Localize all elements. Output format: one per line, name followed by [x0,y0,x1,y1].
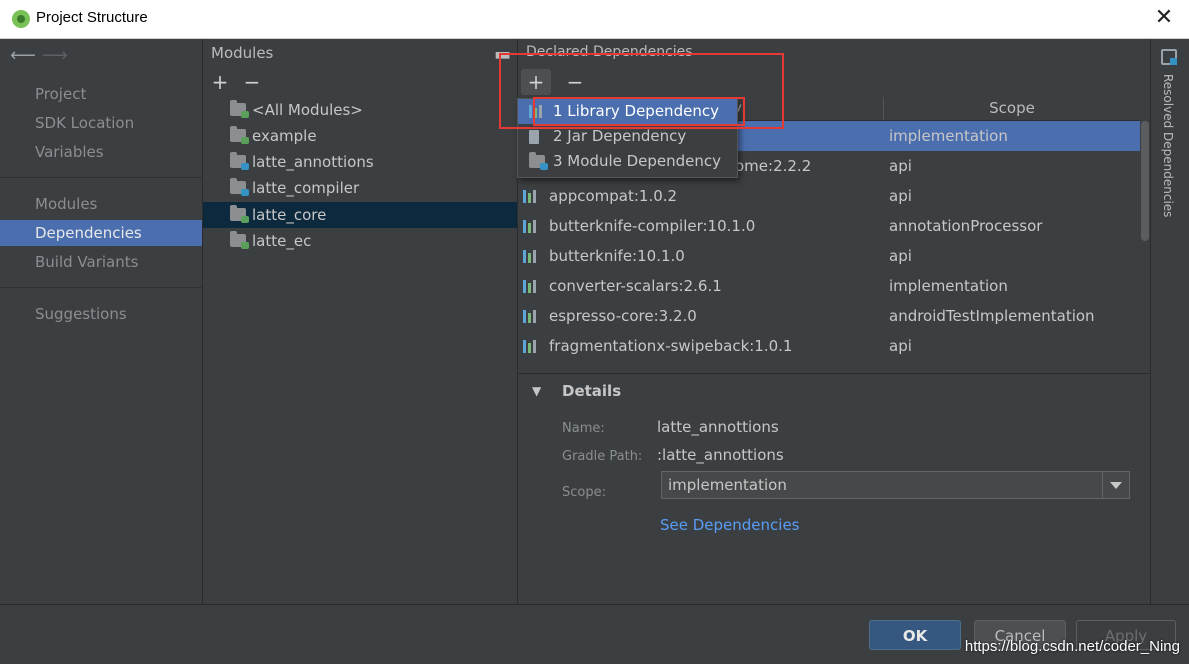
back-arrow-icon[interactable]: ⟵ [10,45,36,66]
sidebar-item-build-variants[interactable]: Build Variants [0,249,202,275]
module-item-latte-compiler[interactable]: latte_compiler [203,175,517,201]
dependency-scope: api [889,187,912,205]
dependency-scope: api [889,247,912,265]
close-window-button[interactable]: ✕ [1151,4,1177,32]
forward-arrow-icon[interactable]: ⟶ [42,45,68,66]
library-icon [523,280,539,293]
sidebar-divider [0,287,202,288]
sidebar-item-project[interactable]: Project [0,81,202,107]
collapse-triangle-icon[interactable]: ▼ [532,384,541,398]
resolved-dependencies-label[interactable]: Resolved Dependencies [1161,74,1175,217]
module-item-latte-annottions[interactable]: latte_annottions [203,149,517,175]
table-row[interactable]: appcompat:1.0.2 api [518,181,1140,211]
highlight-box-library [533,97,745,126]
details-panel: ▼ Details Name: latte_annottions Gradle … [518,373,1150,605]
module-item-latte-core[interactable]: latte_core [203,202,517,228]
library-module-icon [230,231,249,249]
dependency-scope: implementation [889,277,1008,295]
column-header-scope[interactable]: Scope [884,97,1140,120]
dependency-scope: api [889,157,912,175]
add-module-button[interactable]: + [209,71,231,93]
table-row[interactable]: fragmentationx-swipeback:1.0.1 api [518,331,1140,361]
resolved-dependencies-strip[interactable]: Resolved Dependencies [1150,39,1189,604]
module-folder-icon [230,126,249,144]
sidebar-item-dependencies[interactable]: Dependencies [0,220,202,246]
scope-select[interactable]: implementation [661,471,1130,499]
sidebar-item-variables[interactable]: Variables [0,139,202,165]
jar-icon [529,130,539,144]
dependency-scope: api [889,337,912,355]
dependency-name: espresso-core:3.2.0 [549,307,697,325]
dependency-name: converter-scalars:2.6.1 [549,277,722,295]
dependency-name: fragmentationx-swipeback:1.0.1 [549,337,793,355]
modules-header: Modules [211,44,274,62]
table-row[interactable]: butterknife-compiler:10.1.0 annotationPr… [518,211,1140,241]
module-folder-icon [230,152,249,170]
dependency-name: butterknife:10.1.0 [549,247,685,265]
library-module-icon [230,205,249,223]
modules-panel: Modules ▬ + − <All Modules> example latt… [203,39,518,604]
module-label: latte_annottions [252,153,374,171]
gradle-path-value: :latte_annottions [657,446,784,464]
module-item-example[interactable]: example [203,123,517,149]
menu-item-label: 3 Module Dependency [553,152,722,170]
details-header: Details [562,382,622,400]
remove-module-button[interactable]: − [241,71,263,93]
module-label: <All Modules> [252,101,363,119]
dependency-name: appcompat:1.0.2 [549,187,678,205]
ok-button[interactable]: OK [869,620,961,650]
library-icon [523,250,539,263]
scope-label: Scope: [562,485,606,500]
dependency-scope: implementation [889,127,1008,145]
sidebar-divider [0,177,202,178]
library-icon [523,340,539,353]
chevron-down-icon[interactable] [1102,472,1129,498]
library-icon [523,310,539,323]
menu-item-module-dependency[interactable]: 3 Module Dependency [518,149,737,174]
folder-icon [230,100,249,118]
dialog-button-bar: OK Cancel Apply https://blog.csdn.net/co… [0,604,1189,664]
name-value: latte_annottions [657,418,779,436]
table-row[interactable]: butterknife:10.1.0 api [518,241,1140,271]
sidebar-item-suggestions[interactable]: Suggestions [0,301,202,327]
library-icon [523,220,539,233]
sidebar-item-modules[interactable]: Modules [0,191,202,217]
android-studio-logo-icon [12,10,30,28]
dependencies-scrollbar[interactable] [1140,121,1150,356]
watermark-text: https://blog.csdn.net/coder_Ning [964,638,1180,655]
module-label: latte_core [252,206,327,224]
window-title: Project Structure [36,9,148,26]
library-icon [523,190,539,203]
module-item-all-modules[interactable]: <All Modules> [203,97,517,123]
module-label: latte_ec [252,232,312,250]
module-item-latte-ec[interactable]: latte_ec [203,228,517,254]
scrollbar-thumb[interactable] [1141,121,1149,241]
title-bar: Project Structure ✕ [0,0,1189,39]
table-row[interactable]: converter-scalars:2.6.1 implementation [518,271,1140,301]
see-dependencies-link[interactable]: See Dependencies [660,516,800,534]
module-label: example [252,127,317,145]
resolved-dependencies-icon[interactable] [1161,49,1177,65]
module-folder-icon [529,152,548,170]
scope-select-value: implementation [668,476,787,494]
module-label: latte_compiler [252,179,360,197]
name-label: Name: [562,421,605,436]
dependency-scope: androidTestImplementation [889,307,1095,325]
dependency-scope: annotationProcessor [889,217,1043,235]
table-row[interactable]: espresso-core:3.2.0 androidTestImplement… [518,301,1140,331]
sidebar-nav: ⟵ ⟶ Project SDK Location Variables Modul… [0,39,203,604]
dependency-name: butterknife-compiler:10.1.0 [549,217,756,235]
module-folder-icon [230,178,249,196]
sidebar-item-sdk-location[interactable]: SDK Location [0,110,202,136]
gradle-path-label: Gradle Path: [562,449,643,464]
dependency-name: ome:2.2.2 [735,157,812,175]
